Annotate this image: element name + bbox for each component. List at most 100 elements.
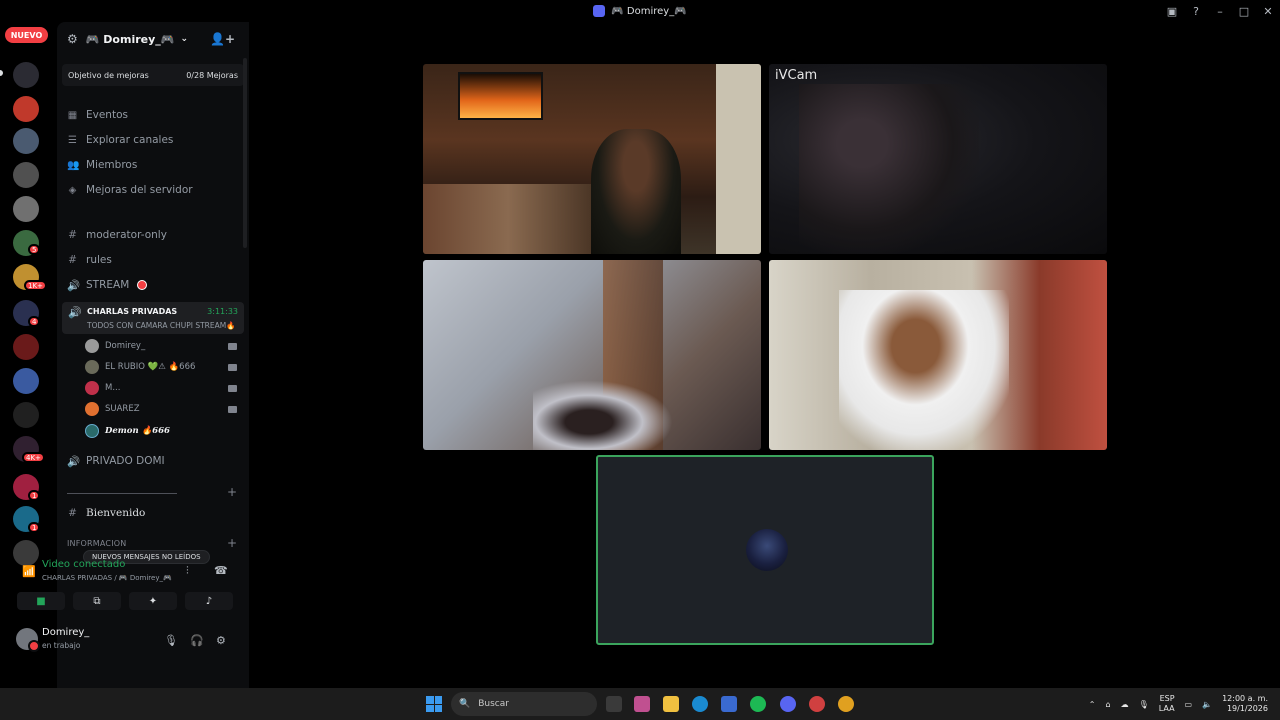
- disconnect-icon[interactable]: ☎: [214, 564, 228, 577]
- voice-channel-charlas[interactable]: 🔊 CHARLAS PRIVADAS 3:11:33 TODOS CON CAM…: [62, 302, 244, 334]
- avatar: [85, 381, 99, 395]
- microphone-icon[interactable]: 🎙: [1139, 700, 1149, 709]
- server-icon[interactable]: [13, 368, 39, 394]
- soundboard-button[interactable]: ♪: [185, 592, 233, 610]
- voice-user[interactable]: SUAREZ: [85, 400, 237, 418]
- voice-status-subtitle[interactable]: CHARLAS PRIVADAS / 🎮 Domirey_🎮: [42, 574, 172, 582]
- voice-user-name: M...: [105, 383, 121, 393]
- scrollbar[interactable]: [243, 58, 247, 248]
- store-icon[interactable]: [721, 696, 737, 712]
- server-icon[interactable]: [13, 196, 39, 222]
- boost-goal[interactable]: Objetivo de mejoras 0/28 Mejoras: [62, 64, 244, 86]
- video-tile[interactable]: iVCam: [769, 64, 1107, 254]
- voice-user[interactable]: M...: [85, 379, 237, 397]
- video-tile[interactable]: [769, 260, 1107, 450]
- language-indicator[interactable]: ESP LAA: [1159, 694, 1175, 714]
- help-icon[interactable]: ?: [1184, 0, 1208, 22]
- nav-server-boosts[interactable]: ◈ Mejoras del servidor: [67, 181, 193, 199]
- voice-status-title[interactable]: Video conectado: [42, 559, 125, 570]
- video-content: [423, 184, 593, 254]
- new-badge[interactable]: NUEVO: [5, 27, 48, 43]
- user-status: en trabajo: [42, 641, 81, 650]
- avatar: [85, 402, 99, 416]
- server-icon[interactable]: [13, 402, 39, 428]
- chrome-icon[interactable]: [838, 696, 854, 712]
- add-user-icon[interactable]: 👤+: [210, 32, 235, 46]
- inbox-icon[interactable]: ▣: [1160, 0, 1184, 22]
- maximize-button[interactable]: □: [1232, 0, 1256, 22]
- chevron-up-icon[interactable]: ⌃: [1089, 700, 1096, 709]
- server-header[interactable]: ⚙ 🎮 Domirey_🎮 ⌄ 👤+: [57, 22, 249, 56]
- nav-label: Eventos: [86, 109, 128, 121]
- boost-count: 0/28 Mejoras: [186, 70, 238, 80]
- boost-icon: ◈: [68, 184, 77, 196]
- user-name[interactable]: Domirey_: [42, 627, 89, 638]
- avatar[interactable]: [16, 628, 40, 652]
- voice-user[interactable]: Domirey_: [85, 337, 237, 355]
- microphone-icon[interactable]: 🎙: [164, 634, 178, 647]
- task-view-icon[interactable]: [606, 696, 622, 712]
- close-button[interactable]: ✕: [1256, 0, 1280, 22]
- lang-region: LAA: [1158, 704, 1175, 713]
- video-stage: iVCam: [250, 22, 1280, 688]
- avatar: [746, 529, 788, 571]
- clock-date: 19/1/2026: [1226, 704, 1268, 713]
- activities-button[interactable]: ✦: [129, 592, 177, 610]
- camera-button[interactable]: ■: [17, 592, 65, 610]
- channel-stream[interactable]: 🔊 STREAM: [67, 276, 148, 294]
- boost-label: Objetivo de mejoras: [68, 70, 149, 80]
- hash-icon: #: [68, 229, 77, 241]
- network-icon[interactable]: ⌂: [1106, 700, 1111, 709]
- edge-icon[interactable]: [692, 696, 708, 712]
- channel-label: STREAM: [86, 279, 130, 291]
- gear-icon[interactable]: ⚙: [216, 634, 226, 647]
- discord-icon: [593, 5, 606, 17]
- search-placeholder: Buscar: [478, 699, 509, 709]
- minimize-button[interactable]: –: [1208, 0, 1232, 22]
- gear-icon: ⚙: [67, 32, 78, 46]
- server-icon[interactable]: [13, 334, 39, 360]
- nav-browse-channels[interactable]: ☰ Explorar canales: [67, 131, 173, 149]
- add-channel-icon[interactable]: +: [227, 485, 237, 499]
- display-icon[interactable]: ▭: [1185, 700, 1193, 709]
- noise-suppression-icon[interactable]: ⫶: [186, 564, 189, 578]
- video-content: [716, 64, 761, 254]
- server-icon[interactable]: [13, 128, 39, 154]
- channel-privado-domi[interactable]: 🔊 PRIVADO DOMI: [67, 452, 165, 470]
- channel-moderator-only[interactable]: # moderator-only: [67, 226, 167, 244]
- app-icon[interactable]: [809, 696, 825, 712]
- file-explorer-icon[interactable]: [663, 696, 679, 712]
- onedrive-icon[interactable]: ☁: [1121, 700, 1129, 709]
- category-informacion[interactable]: INFORMACION: [67, 539, 126, 548]
- channel-label: Bienvenido: [86, 507, 146, 519]
- browse-icon: ☰: [68, 134, 77, 146]
- hash-icon: #: [68, 507, 77, 519]
- channel-rules[interactable]: # rules: [67, 251, 112, 269]
- voice-user[interactable]: EL RUBIO 💚⚠ 🔥666: [85, 358, 237, 376]
- server-icon[interactable]: [13, 162, 39, 188]
- nav-members[interactable]: 👥 Miembros: [67, 156, 137, 174]
- volume-icon[interactable]: 🔈: [1202, 700, 1212, 709]
- nav-events[interactable]: ▦ Eventos: [67, 106, 128, 124]
- screen-share-button[interactable]: ⧉: [73, 592, 121, 610]
- start-button[interactable]: [426, 696, 442, 712]
- video-tile-speaking[interactable]: [596, 455, 934, 645]
- video-tile[interactable]: [423, 260, 761, 450]
- avatar: [85, 360, 99, 374]
- video-tile[interactable]: [423, 64, 761, 254]
- voice-user[interactable]: Demon 🔥666: [85, 422, 237, 440]
- discord-icon[interactable]: [780, 696, 796, 712]
- server-icon[interactable]: [13, 62, 39, 88]
- spotify-icon[interactable]: [750, 696, 766, 712]
- speaker-icon: 🔊: [68, 306, 82, 319]
- app-icon[interactable]: [634, 696, 650, 712]
- voice-user-name: Demon 🔥666: [105, 426, 170, 436]
- channel-bienvenido[interactable]: # Bienvenido: [67, 504, 145, 522]
- headphones-icon[interactable]: 🎧: [190, 634, 204, 647]
- add-channel-icon[interactable]: +: [227, 536, 237, 550]
- server-badge: 1: [28, 522, 41, 533]
- channel-label: moderator-only: [86, 229, 167, 241]
- server-icon[interactable]: [13, 96, 39, 122]
- clock[interactable]: 12:00 a. m. 19/1/2026: [1222, 694, 1268, 714]
- taskbar-search[interactable]: 🔍 Buscar: [451, 692, 597, 716]
